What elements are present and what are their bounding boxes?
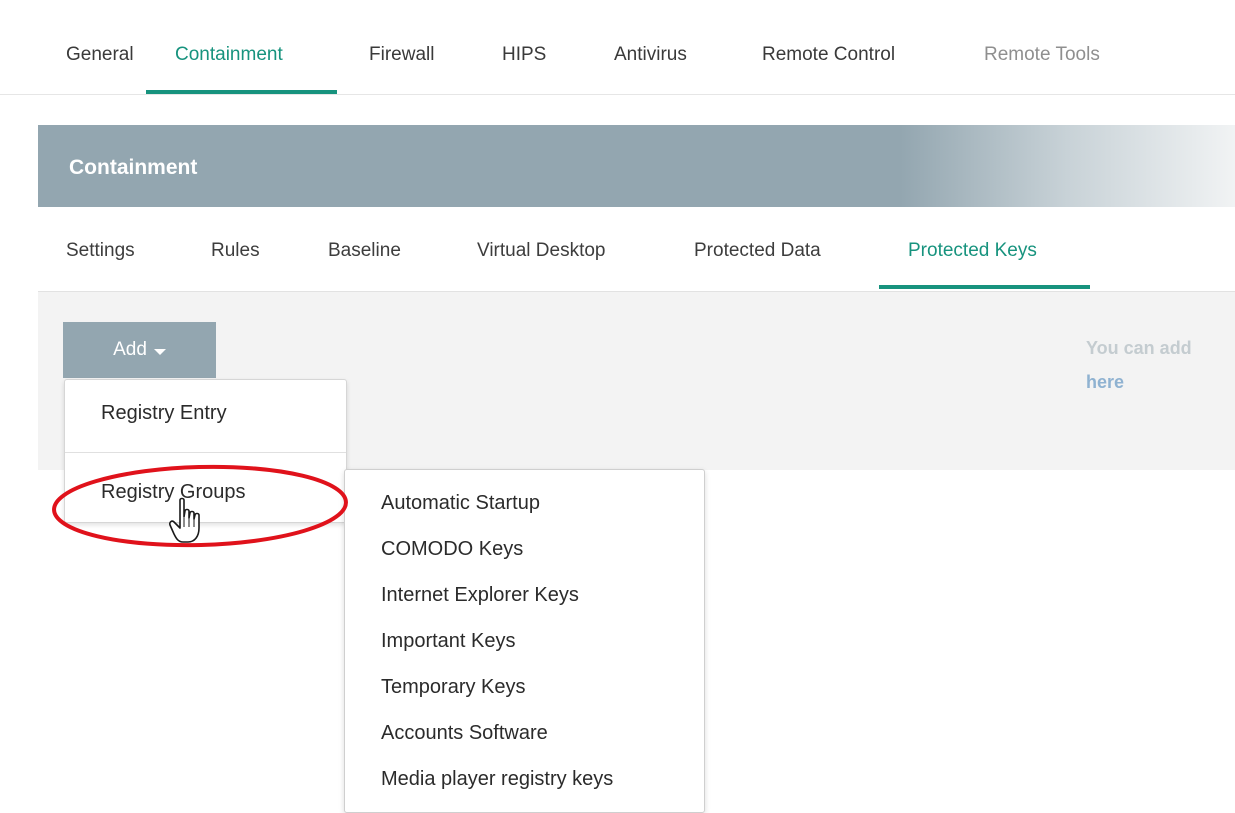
tab-general[interactable]: General <box>66 44 134 66</box>
info-link[interactable]: here <box>1086 365 1235 399</box>
info-text-line: You can add <box>1086 338 1192 358</box>
sub-tab-divider <box>38 291 1235 292</box>
registry-groups-submenu: Automatic Startup COMODO Keys Internet E… <box>344 469 705 813</box>
subtab-rules[interactable]: Rules <box>211 240 260 262</box>
caret-down-icon <box>153 348 166 355</box>
subtab-baseline[interactable]: Baseline <box>328 240 401 262</box>
tab-remote-control[interactable]: Remote Control <box>762 44 895 66</box>
tab-firewall[interactable]: Firewall <box>369 44 434 66</box>
tab-bar-divider <box>0 94 1235 95</box>
menu-divider <box>65 452 346 453</box>
sub-tab-bar: Settings Rules Baseline Virtual Desktop … <box>38 207 1235 291</box>
subtab-settings[interactable]: Settings <box>66 240 135 262</box>
add-button-label: Add <box>113 339 147 360</box>
submenu-item-important-keys[interactable]: Important Keys <box>381 630 516 653</box>
menu-item-registry-entry[interactable]: Registry Entry <box>101 402 227 425</box>
subtab-protected-keys[interactable]: Protected Keys <box>908 240 1037 262</box>
top-tab-bar: General Containment Firewall HIPS Antivi… <box>0 0 1235 96</box>
submenu-item-temporary-keys[interactable]: Temporary Keys <box>381 676 526 699</box>
subtab-protected-data[interactable]: Protected Data <box>694 240 821 262</box>
tab-antivirus[interactable]: Antivirus <box>614 44 687 66</box>
submenu-item-media-player-registry-keys[interactable]: Media player registry keys <box>381 768 613 791</box>
subtab-virtual-desktop[interactable]: Virtual Desktop <box>477 240 606 262</box>
add-button[interactable]: Add <box>63 322 216 378</box>
panel-header: Containment <box>38 125 1235 207</box>
panel-title: Containment <box>69 156 198 179</box>
info-text: You can add here <box>1086 331 1235 399</box>
hand-pointer-cursor-icon <box>169 497 200 543</box>
submenu-item-accounts-software[interactable]: Accounts Software <box>381 722 548 745</box>
submenu-item-automatic-startup[interactable]: Automatic Startup <box>381 492 540 515</box>
tab-containment[interactable]: Containment <box>175 44 283 66</box>
active-subtab-indicator <box>879 285 1090 289</box>
submenu-item-internet-explorer-keys[interactable]: Internet Explorer Keys <box>381 584 579 607</box>
tab-remote-tools[interactable]: Remote Tools <box>984 44 1100 66</box>
tab-hips[interactable]: HIPS <box>502 44 546 66</box>
submenu-item-comodo-keys[interactable]: COMODO Keys <box>381 538 523 561</box>
